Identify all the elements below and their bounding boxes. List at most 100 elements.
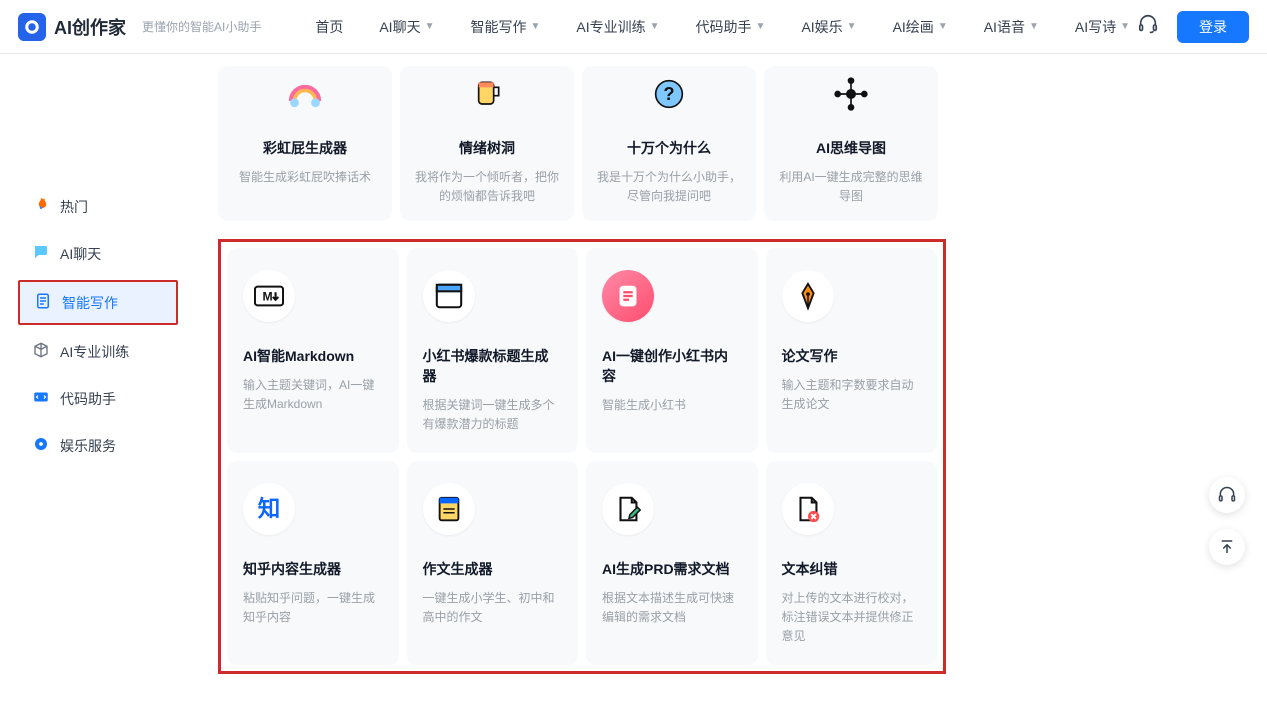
svg-text:M: M	[262, 290, 272, 304]
sidebar-item-hot[interactable]: 热门	[18, 186, 178, 227]
nav-code-assist[interactable]: 代码助手▼	[696, 17, 766, 37]
sidebar-item-code[interactable]: 代码助手	[18, 378, 178, 419]
card-title: AI生成PRD需求文档	[602, 559, 742, 579]
card-desc: 对上传的文本进行校对，标注错误文本并提供修正意见	[782, 589, 922, 645]
nav-paint[interactable]: AI绘画 ▼	[893, 17, 948, 37]
sidebar-label: 代码助手	[60, 389, 116, 409]
card-essay[interactable]: 作文生成器 一键生成小学生、初中和高中的作文	[407, 461, 579, 665]
card-title: 论文写作	[782, 346, 922, 366]
sidebar-label: 热门	[60, 197, 88, 217]
card-desc: 根据文本描述生成可快速编辑的需求文档	[602, 589, 742, 626]
card-title: 彩虹屁生成器	[230, 138, 380, 158]
nav-ai-chat[interactable]: AI聊天 ▼	[379, 17, 434, 37]
chevron-down-icon: ▼	[1120, 21, 1130, 32]
card-emotion[interactable]: 情绪树洞 我将作为一个倾听者，把你的烦恼都告诉我吧	[400, 66, 574, 221]
nav-entertain[interactable]: AI娱乐 ▼	[801, 17, 856, 37]
chevron-down-icon: ▼	[650, 21, 660, 32]
rainbow-icon	[281, 70, 329, 118]
disc-icon	[32, 435, 50, 456]
nav-home[interactable]: 首页	[315, 17, 343, 37]
nav-label: AI专业训练	[576, 17, 645, 37]
chevron-down-icon: ▼	[847, 21, 857, 32]
nav-voice[interactable]: AI语音▼	[984, 17, 1039, 37]
zhihu-icon: 知	[243, 483, 295, 535]
top-card-row: 彩虹屁生成器 智能生成彩虹屁吹捧话术 情绪树洞 我将作为一个倾听者，把你的烦恼都…	[218, 66, 938, 221]
sidebar-label: AI聊天	[60, 244, 101, 264]
sidebar-item-chat[interactable]: AI聊天	[18, 233, 178, 274]
writing-cards-grid: M AI智能Markdown 输入主题关键词，AI一键生成Markdown 小红…	[218, 239, 946, 674]
sidebar-item-entertain[interactable]: 娱乐服务	[18, 425, 178, 466]
nav-smart-writing[interactable]: 智能写作 ▼	[470, 17, 540, 37]
main: 热门 AI聊天 智能写作 AI专业训练 代码助手 娱乐服务 彩虹屁生成	[0, 54, 1267, 714]
floating-actions	[1209, 477, 1245, 565]
card-proofread[interactable]: 文本纠错 对上传的文本进行校对，标注错误文本并提供修正意见	[766, 461, 938, 665]
card-title: 文本纠错	[782, 559, 922, 579]
card-title: AI智能Markdown	[243, 346, 383, 366]
svg-text:?: ?	[663, 83, 674, 104]
navbar: 首页 AI聊天 ▼ 智能写作 ▼ AI专业训练 ▼ 代码助手▼ AI娱乐 ▼ AI绘画 ▼…	[315, 17, 1130, 37]
sidebar-item-train[interactable]: AI专业训练	[18, 331, 178, 372]
brand-subtitle: 更懂你的智能AI小助手	[142, 18, 261, 35]
card-zhihu[interactable]: 知 知乎内容生成器 粘贴知乎问题，一键生成知乎内容	[227, 461, 399, 665]
card-thesis[interactable]: 论文写作 输入主题和字数要求自动生成论文	[766, 248, 938, 453]
sidebar-label: 娱乐服务	[60, 436, 116, 456]
sidebar-label: 智能写作	[62, 293, 118, 313]
nav-label: AI娱乐	[801, 17, 842, 37]
back-to-top-button[interactable]	[1209, 529, 1245, 565]
doc-error-icon	[782, 483, 834, 535]
card-desc: 输入主题和字数要求自动生成论文	[782, 376, 922, 413]
chevron-down-icon: ▼	[530, 21, 540, 32]
note-icon	[602, 270, 654, 322]
nav-label: 首页	[315, 17, 343, 37]
card-title: 知乎内容生成器	[243, 559, 383, 579]
nav-label: AI写诗	[1075, 17, 1116, 37]
nav-label: 智能写作	[470, 17, 526, 37]
chevron-down-icon: ▼	[425, 21, 435, 32]
card-desc: 粘贴知乎问题，一键生成知乎内容	[243, 589, 383, 626]
nav-pro-train[interactable]: AI专业训练 ▼	[576, 17, 659, 37]
card-rainbow[interactable]: 彩虹屁生成器 智能生成彩虹屁吹捧话术	[218, 66, 392, 221]
card-xhs-title[interactable]: 小红书爆款标题生成器 根据关键词一键生成多个有爆款潜力的标题	[407, 248, 579, 453]
brand-title: AI创作家	[54, 14, 126, 40]
card-xhs-content[interactable]: AI一键创作小红书内容 智能生成小红书	[586, 248, 758, 453]
essay-doc-icon	[423, 483, 475, 535]
question-icon: ?	[645, 70, 693, 118]
browser-window-icon	[423, 270, 475, 322]
code-icon	[32, 388, 50, 409]
topbar: AI创作家 更懂你的智能AI小助手 首页 AI聊天 ▼ 智能写作 ▼ AI专业训练 ▼…	[0, 0, 1267, 54]
card-title: AI一键创作小红书内容	[602, 346, 742, 386]
float-support-button[interactable]	[1209, 477, 1245, 513]
card-title: 小红书爆款标题生成器	[423, 346, 563, 386]
doc-edit-icon	[602, 483, 654, 535]
sidebar-item-writing[interactable]: 智能写作	[18, 280, 178, 325]
markdown-icon: M	[243, 270, 295, 322]
card-desc: 智能生成彩虹屁吹捧话术	[230, 168, 380, 187]
sidebar: 热门 AI聊天 智能写作 AI专业训练 代码助手 娱乐服务	[18, 186, 178, 674]
card-markdown[interactable]: M AI智能Markdown 输入主题关键词，AI一键生成Markdown	[227, 248, 399, 453]
brand[interactable]: AI创作家 更懂你的智能AI小助手	[18, 13, 261, 41]
support-icon[interactable]	[1137, 13, 1159, 40]
nav-poem[interactable]: AI写诗 ▼	[1075, 17, 1130, 37]
mindmap-icon	[827, 70, 875, 118]
cube-icon	[32, 341, 50, 362]
card-desc: 根据关键词一键生成多个有爆款潜力的标题	[423, 396, 563, 433]
card-title: AI思维导图	[776, 138, 926, 158]
sidebar-label: AI专业训练	[60, 342, 129, 362]
nav-label: AI绘画	[893, 17, 934, 37]
fire-icon	[32, 196, 50, 217]
chevron-down-icon: ▼	[938, 21, 948, 32]
chevron-down-icon: ▼	[1029, 21, 1039, 32]
card-title: 情绪树洞	[412, 138, 562, 158]
card-desc: 一键生成小学生、初中和高中的作文	[423, 589, 563, 626]
svg-text:知: 知	[258, 496, 281, 522]
card-mindmap[interactable]: AI思维导图 利用AI一键生成完整的思维导图	[764, 66, 938, 221]
nav-label: AI聊天	[379, 17, 420, 37]
card-why[interactable]: ? 十万个为什么 我是十万个为什么小助手，尽管向我提问吧	[582, 66, 756, 221]
document-icon	[34, 292, 52, 313]
login-button[interactable]: 登录	[1177, 11, 1249, 43]
card-desc: 智能生成小红书	[602, 396, 742, 415]
card-desc: 我是十万个为什么小助手，尽管向我提问吧	[594, 168, 744, 205]
topbar-right: 登录	[1137, 11, 1249, 43]
card-prd[interactable]: AI生成PRD需求文档 根据文本描述生成可快速编辑的需求文档	[586, 461, 758, 665]
chat-bubble-icon	[32, 243, 50, 264]
